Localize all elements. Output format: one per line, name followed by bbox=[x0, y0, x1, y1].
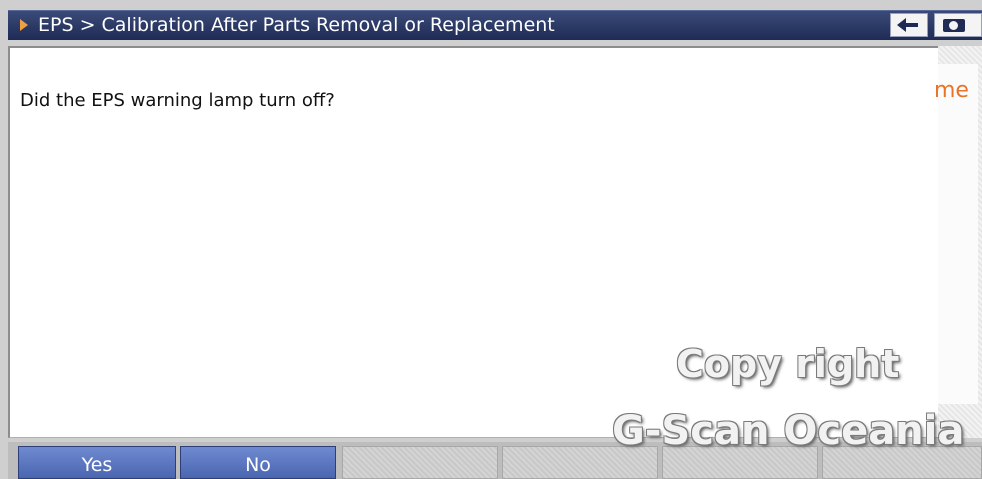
breadcrumb: EPS > Calibration After Parts Removal or… bbox=[38, 14, 555, 36]
back-button[interactable] bbox=[890, 13, 928, 37]
side-panel: me bbox=[934, 46, 982, 438]
watermark-line-2: G-Scan Oceania bbox=[612, 408, 965, 454]
function-button-3[interactable] bbox=[342, 446, 498, 479]
watermark-line-1: Copy right bbox=[676, 342, 900, 386]
side-panel-inner bbox=[938, 64, 978, 404]
yes-button[interactable]: Yes bbox=[18, 446, 176, 479]
back-arrow-shaft bbox=[904, 23, 918, 27]
question-text: Did the EPS warning lamp turn off? bbox=[20, 90, 335, 111]
no-button[interactable]: No bbox=[180, 446, 336, 479]
app-window: EPS > Calibration After Parts Removal or… bbox=[0, 0, 982, 479]
camera-lens bbox=[949, 21, 958, 30]
breadcrumb-arrow-icon bbox=[20, 19, 28, 31]
screenshot-button[interactable] bbox=[934, 13, 982, 37]
title-bar: EPS > Calibration After Parts Removal or… bbox=[8, 10, 982, 40]
clipped-label: me bbox=[934, 78, 969, 103]
